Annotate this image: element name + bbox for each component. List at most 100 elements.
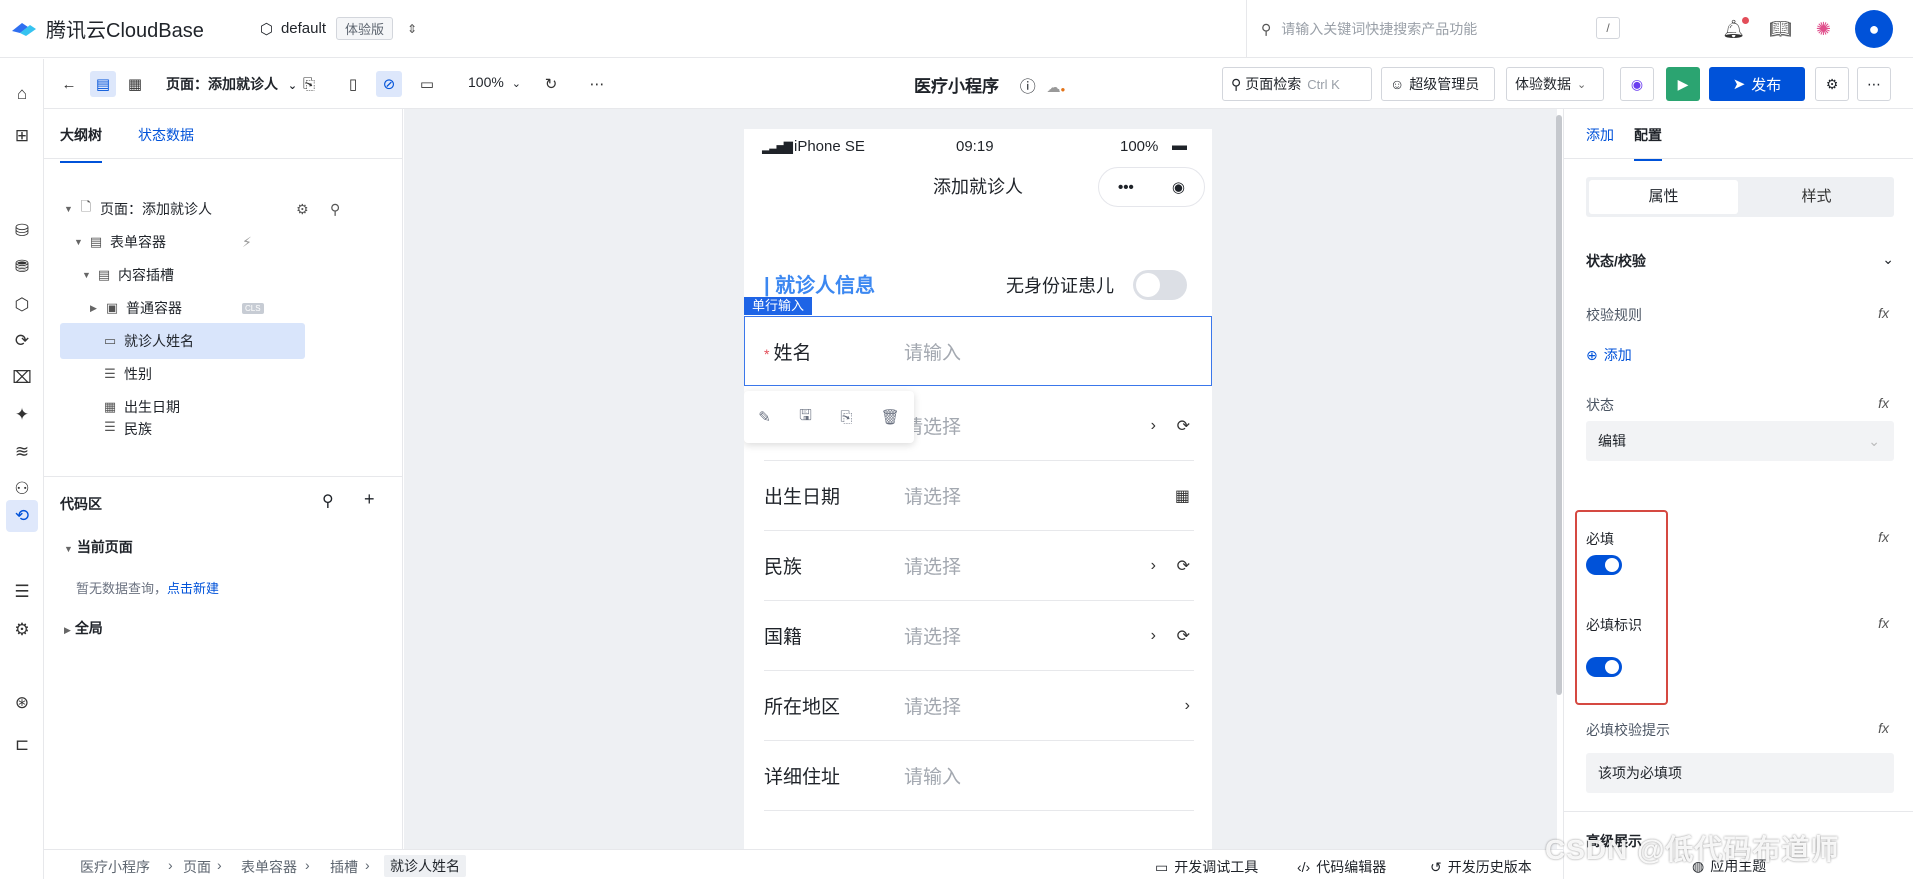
settings-button[interactable]: ⚙ (1815, 67, 1849, 101)
copy-icon[interactable]: ⎘ (840, 409, 852, 426)
add-page-icon[interactable]: ⎘ (296, 71, 322, 97)
user-manage-icon[interactable]: ⚇ (12, 479, 32, 499)
global-group[interactable]: ▶ 全局 (64, 618, 103, 638)
plugin-icon[interactable]: ⊛ (12, 693, 32, 713)
more-button[interactable]: ⋯ (1857, 67, 1891, 101)
lightning-icon[interactable]: ⚡ (242, 234, 252, 251)
tree-item-patient-name[interactable]: ▭ 就诊人姓名 (60, 323, 305, 359)
tree-item-ethnicity[interactable]: ☰ 民族 (102, 419, 401, 441)
integration-icon[interactable]: ⟳ (12, 331, 32, 351)
bell-icon[interactable]: 🔔︎ (1722, 16, 1750, 40)
required-mark-switch[interactable] (1586, 657, 1622, 677)
extension-icon[interactable]: ⚙ (12, 620, 32, 640)
apps-grid-icon[interactable]: ⊞ (12, 126, 32, 146)
brand-logo[interactable]: 腾讯云CloudBase (10, 14, 204, 43)
preview-button[interactable]: ▶ (1666, 67, 1700, 101)
breadcrumb-slot[interactable]: 插槽 (330, 857, 358, 877)
required-hint-input[interactable]: 该项为必填项 (1586, 753, 1894, 793)
search-icon[interactable]: ⚲ (322, 491, 334, 511)
ai-spark-icon[interactable]: ✦ (12, 405, 32, 425)
close-target-icon[interactable]: ◉ (1172, 178, 1185, 196)
edit-icon[interactable]: ✎ (758, 408, 771, 426)
add-icon[interactable]: + (364, 489, 375, 510)
form-row-name[interactable]: * 姓名 请输入 (764, 316, 1194, 386)
form-row-nationality[interactable]: 国籍 请选择 › ⟳ (764, 601, 1194, 671)
function-icon[interactable]: ⬡ (12, 295, 32, 315)
page-selector[interactable]: 页面：添加就诊人 ⌄ (166, 74, 297, 94)
breadcrumb-current[interactable]: 就诊人姓名 (384, 855, 466, 877)
segment-props[interactable]: 属性 (1589, 180, 1738, 214)
tab-add[interactable]: 添加 (1586, 125, 1614, 145)
search-icon[interactable]: ⚲ (330, 201, 340, 218)
capsule-menu[interactable]: ••• ◉ (1098, 167, 1205, 207)
state-select[interactable]: 编辑 ⌄ (1586, 421, 1894, 461)
publish-button[interactable]: ➤ 发布 (1709, 67, 1805, 101)
global-search-input[interactable]: ⚲ 请输入关键词快捷搜索产品功能 / (1246, 0, 1634, 58)
add-rule-button[interactable]: ⊕ 添加 (1586, 345, 1632, 365)
database-icon[interactable]: ⛁ (12, 221, 32, 241)
form-row-region[interactable]: 所在地区 请选择 › (764, 671, 1194, 741)
desktop-device-icon[interactable]: ▭ (414, 71, 440, 97)
tree-item-page[interactable]: ▼ 🗋︎ 页面：添加就诊人 ⚙ ⚲ (64, 191, 363, 227)
log-icon[interactable]: ☰ (12, 582, 32, 602)
miniprogram-device-icon[interactable]: ⊘ (376, 71, 402, 97)
current-page-group[interactable]: ▼ 当前页面 (64, 537, 133, 557)
layout-view-icon[interactable]: ▦ (122, 71, 148, 97)
form-row-birthdate[interactable]: 出生日期 请选择 ▦ (764, 461, 1194, 531)
birthdate-select[interactable]: 请选择 (904, 482, 961, 509)
tree-item-form-container[interactable]: ▼ ▤ 表单容器 ⚡ (74, 224, 373, 260)
segment-style[interactable]: 样式 (1742, 180, 1891, 214)
refresh-icon[interactable]: ⟳ (1177, 416, 1190, 436)
code-editor-button[interactable]: ‹/› 代码编辑器 (1297, 857, 1386, 877)
refresh-icon[interactable]: ↻ (538, 71, 564, 97)
tab-outline[interactable]: 大纲树 (60, 125, 102, 163)
form-row-address[interactable]: 详细住址 请输入 (764, 741, 1194, 811)
tab-state-data[interactable]: 状态数据 (138, 125, 194, 145)
user-avatar[interactable]: ● (1855, 10, 1893, 48)
fx-icon[interactable]: fx (1878, 305, 1889, 321)
required-switch[interactable] (1586, 555, 1622, 575)
save-icon[interactable]: 🖫︎ (799, 405, 812, 430)
calendar-icon[interactable]: ▦ (1175, 486, 1190, 506)
page-search-button[interactable]: ⚲ 页面检索 Ctrl K (1222, 67, 1372, 101)
fx-icon[interactable]: fx (1878, 615, 1889, 631)
section-state-validation[interactable]: 状态/校验 ⌄ (1586, 251, 1894, 271)
collapse-rail-icon[interactable]: ⊏ (12, 735, 32, 755)
breadcrumb-page[interactable]: 页面 (183, 857, 211, 877)
tree-item-content-slot[interactable]: ▼ ▤ 内容插槽 (82, 257, 381, 293)
address-input[interactable]: 请输入 (904, 762, 961, 789)
delete-icon[interactable]: 🗑︎ (881, 408, 900, 426)
ethnicity-select[interactable]: 请选择 (904, 552, 961, 579)
page-view-icon[interactable]: ▤ (90, 71, 116, 97)
fx-icon[interactable]: fx (1878, 720, 1889, 736)
assistant-button[interactable]: ◉ (1620, 67, 1654, 101)
stack-icon[interactable]: ≋ (12, 442, 32, 462)
breadcrumb-form[interactable]: 表单容器 (241, 857, 297, 877)
data-mode-button[interactable]: 体验数据 ⌄ (1506, 67, 1604, 101)
zoom-selector[interactable]: 100% ⌄ (468, 74, 521, 90)
canvas-scrollbar[interactable] (1556, 109, 1562, 849)
tab-config[interactable]: 配置 (1634, 125, 1662, 161)
database-settings-icon[interactable]: ⛃ (12, 257, 32, 277)
ai-assistant-icon[interactable]: ✺ (1816, 19, 1831, 40)
back-icon[interactable]: ← (56, 71, 82, 97)
tree-item-gender[interactable]: ☰ 性别 (102, 356, 401, 392)
nationality-select[interactable]: 请选择 (904, 622, 961, 649)
book-icon[interactable]: 📖︎ (1769, 19, 1792, 40)
lowcode-icon[interactable]: ⟲ (6, 500, 38, 532)
no-id-switch[interactable] (1133, 270, 1187, 300)
folder-icon[interactable]: ⌧ (12, 368, 32, 388)
home-icon[interactable]: ⌂ (12, 84, 32, 104)
fx-icon[interactable]: fx (1878, 529, 1889, 545)
info-icon[interactable]: ⓘ (1020, 79, 1036, 96)
history-button[interactable]: ↺ 开发历史版本 (1430, 857, 1532, 877)
name-input[interactable]: 请输入 (904, 338, 961, 365)
dev-tools-button[interactable]: ▭ 开发调试工具 (1155, 857, 1258, 877)
fx-icon[interactable]: fx (1878, 395, 1889, 411)
role-button[interactable]: ☺ 超级管理员 (1381, 67, 1495, 101)
env-selector[interactable]: ⬡ default 体验版 ⇕ (260, 17, 417, 40)
breadcrumb-app[interactable]: 医疗小程序 (80, 857, 150, 877)
refresh-icon[interactable]: ⟳ (1177, 556, 1190, 576)
mobile-device-icon[interactable]: ▯ (340, 71, 366, 97)
refresh-icon[interactable]: ⟳ (1177, 626, 1190, 646)
